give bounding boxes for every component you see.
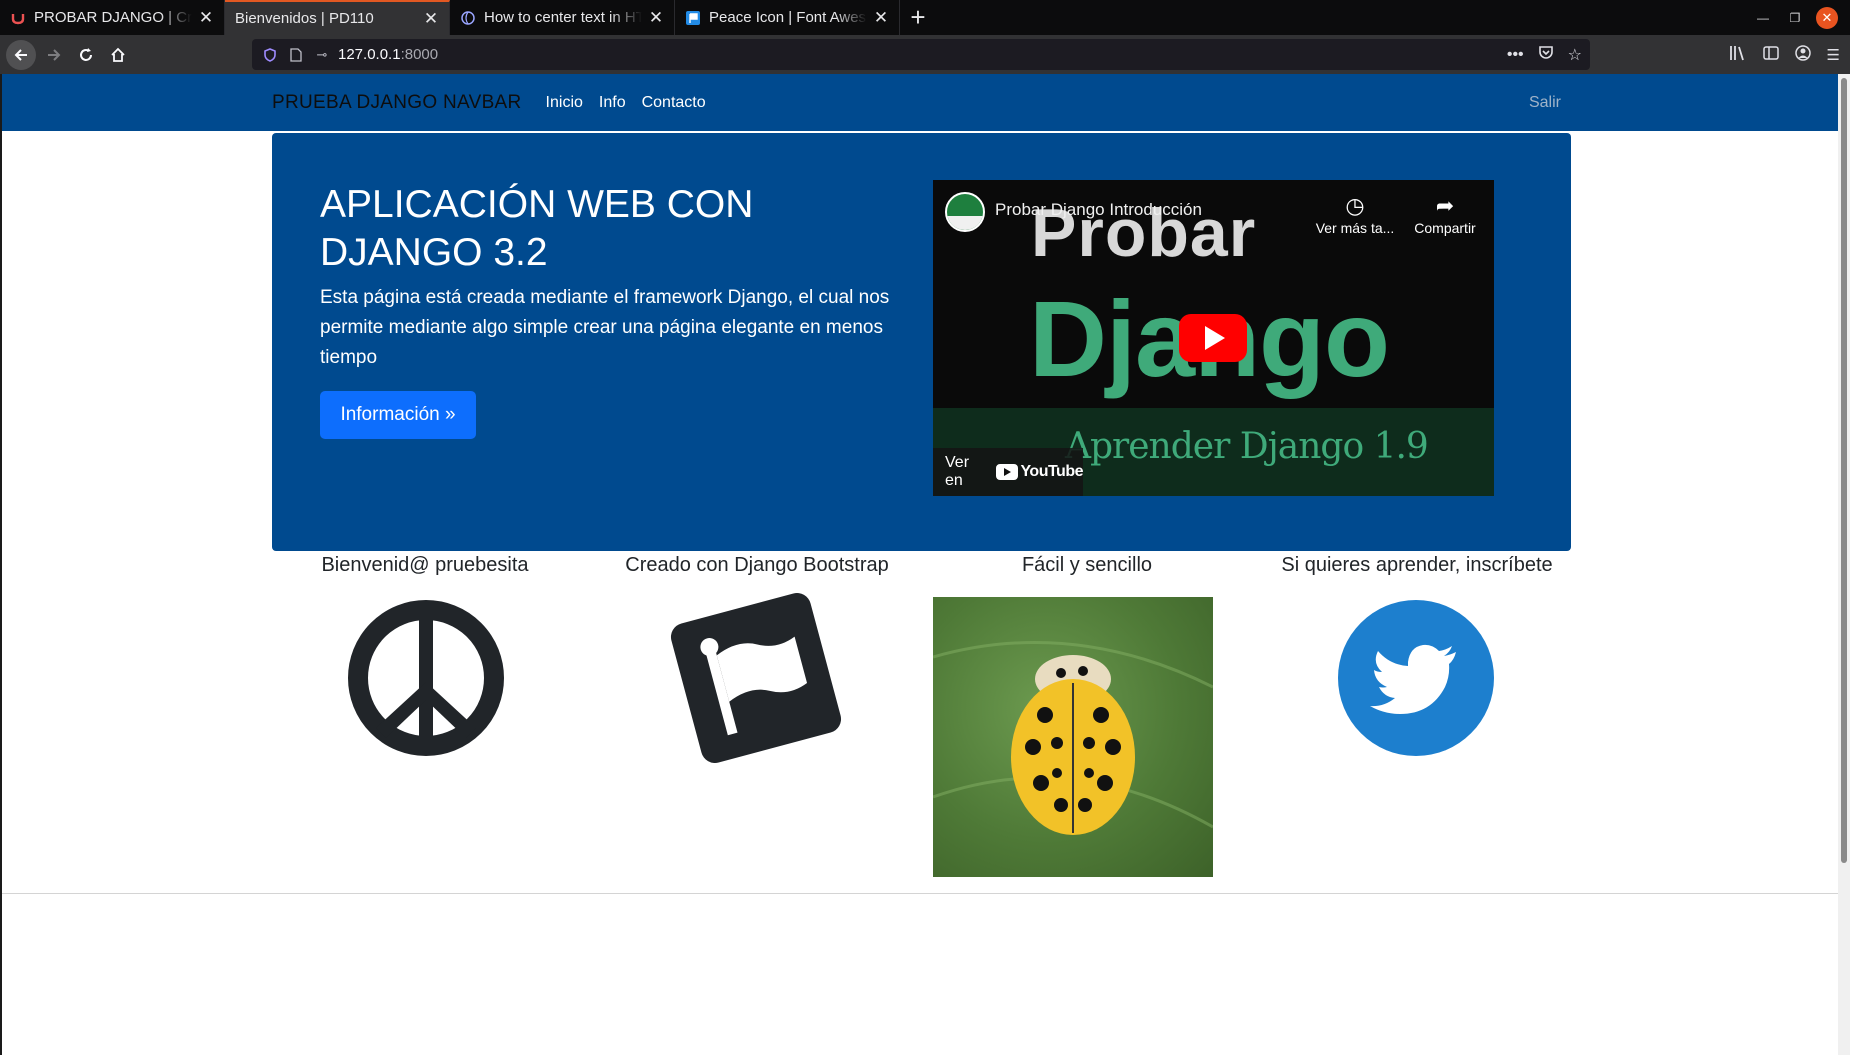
toolbar-right: ☰ <box>1729 35 1840 74</box>
browser-tab-active[interactable]: Bienvenidos | PD110 ✕ <box>225 0 450 35</box>
close-tab-icon[interactable]: ✕ <box>198 8 214 28</box>
url-bar[interactable]: ⊸ 127.0.0.1:8000 ••• ☆ <box>252 39 1590 70</box>
hero-jumbotron: APLICACIÓN WEB CON DJANGO 3.2 Esta págin… <box>272 133 1571 551</box>
section-divider <box>2 893 1840 894</box>
feature-title: Creado con Django Bootstrap <box>625 554 889 576</box>
key-icon[interactable]: ⊸ <box>312 47 332 63</box>
youtube-wordmark: YouTube <box>1020 463 1083 480</box>
site-navbar: PRUEBA DJANGO NAVBAR Inicio Info Contact… <box>2 74 1840 131</box>
feature-title: Fácil y sencillo <box>1021 554 1153 576</box>
feature-title: Bienvenid@ pruebesita <box>321 554 529 576</box>
nav-link-info[interactable]: Info <box>599 94 626 112</box>
udemy-icon <box>10 10 26 26</box>
share-label: Compartir <box>1414 220 1476 236</box>
tab-title: How to center text in HT <box>484 9 642 26</box>
info-button[interactable]: Información » <box>320 391 476 439</box>
shield-icon[interactable] <box>260 47 280 62</box>
pocket-icon[interactable] <box>1538 44 1554 65</box>
page-icon <box>286 47 306 62</box>
flag-icon <box>670 592 842 764</box>
library-icon[interactable] <box>1729 45 1747 65</box>
twitter-icon[interactable] <box>1338 600 1494 756</box>
youtube-logo: YouTube <box>996 463 1083 481</box>
hero-title: APLICACIÓN WEB CON DJANGO 3.2 <box>320 183 754 274</box>
clock-icon: ◷ <box>1345 193 1365 218</box>
close-tab-icon[interactable]: ✕ <box>648 8 664 28</box>
watch-on-label: Ver en <box>945 454 970 489</box>
globe-icon <box>460 10 476 26</box>
reload-button[interactable] <box>72 41 100 69</box>
watch-later-label: Ver más ta... <box>1315 220 1395 236</box>
back-button[interactable] <box>6 39 36 70</box>
video-title[interactable]: Probar Django Introducción <box>995 200 1202 220</box>
url-host: 127.0.0.1 <box>338 46 401 63</box>
restore-icon[interactable]: ❐ <box>1784 7 1806 29</box>
browser-tab[interactable]: Peace Icon | Font Aweso ✕ <box>675 0 900 35</box>
youtube-embed[interactable]: Probar Django Aprender Django 1.9 Probar… <box>933 180 1494 496</box>
url-actions: ••• ☆ <box>1507 44 1582 65</box>
watch-later-control[interactable]: ◷ Ver más ta... <box>1313 192 1397 236</box>
share-control[interactable]: ➦ Compartir <box>1403 192 1487 236</box>
browser-tabbar: PROBAR DJANGO | Crea ✕ Bienvenidos | PD1… <box>0 0 1850 35</box>
browser-toolbar: ⊸ 127.0.0.1:8000 ••• ☆ ☰ <box>0 35 1850 74</box>
youtube-play-icon <box>996 464 1019 480</box>
channel-avatar[interactable] <box>945 192 985 232</box>
scrollbar[interactable] <box>1838 74 1850 1055</box>
scrollbar-thumb[interactable] <box>1841 78 1847 863</box>
page-viewport: PRUEBA DJANGO NAVBAR Inicio Info Contact… <box>0 74 1850 1055</box>
home-button[interactable] <box>104 41 132 69</box>
browser-tab[interactable]: PROBAR DJANGO | Crea ✕ <box>0 0 225 35</box>
fontawesome-icon <box>685 10 701 26</box>
hero-text: Esta página está creada mediante el fram… <box>320 287 890 368</box>
tab-title: Peace Icon | Font Aweso <box>709 9 867 26</box>
new-tab-button[interactable]: + <box>900 0 936 35</box>
tab-title: PROBAR DJANGO | Crea <box>34 9 192 26</box>
url-port: :8000 <box>400 46 439 63</box>
watch-on-youtube[interactable]: Ver en YouTube <box>933 448 1083 496</box>
tab-title: Bienvenidos | PD110 <box>235 10 374 27</box>
site-brand[interactable]: PRUEBA DJANGO NAVBAR <box>272 92 522 114</box>
menu-icon[interactable]: ☰ <box>1827 46 1840 64</box>
forward-button[interactable] <box>40 41 68 69</box>
peace-icon <box>348 600 504 756</box>
logout-link[interactable]: Salir <box>1529 94 1561 112</box>
nav-link-contacto[interactable]: Contacto <box>642 94 706 112</box>
close-tab-icon[interactable]: ✕ <box>423 9 439 29</box>
window-controls: — ❐ ✕ <box>1752 0 1850 35</box>
bookmark-star-icon[interactable]: ☆ <box>1568 45 1582 65</box>
ladybug-image <box>933 597 1213 877</box>
video-thumb-line3: Aprender Django 1.9 <box>1065 426 1429 467</box>
browser-tab[interactable]: How to center text in HT ✕ <box>450 0 675 35</box>
play-button[interactable] <box>1179 314 1247 362</box>
more-actions-icon[interactable]: ••• <box>1507 46 1524 64</box>
sidebar-icon[interactable] <box>1762 45 1779 64</box>
share-icon: ➦ <box>1435 193 1455 218</box>
close-tab-icon[interactable]: ✕ <box>873 8 889 28</box>
feature-title: Si quieres aprender, inscríbete <box>1281 554 1553 576</box>
close-window-icon[interactable]: ✕ <box>1816 6 1838 29</box>
account-icon[interactable] <box>1794 44 1811 65</box>
nav-link-inicio[interactable]: Inicio <box>546 94 583 112</box>
minimize-icon[interactable]: — <box>1752 7 1774 29</box>
